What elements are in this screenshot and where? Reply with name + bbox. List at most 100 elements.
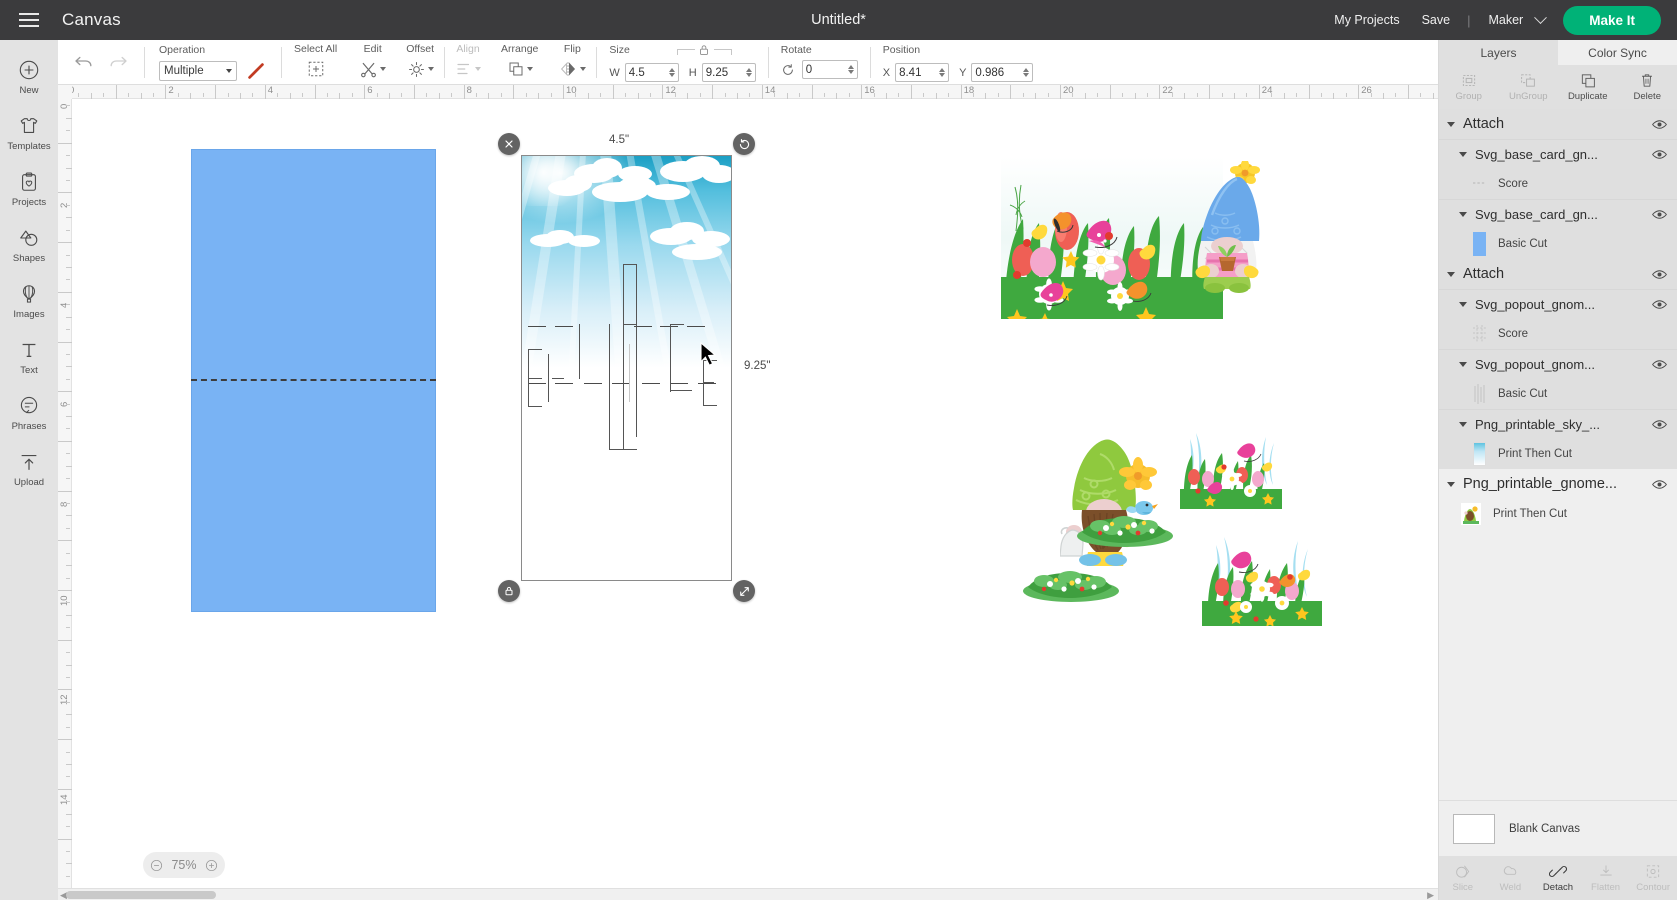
layer-subrow-basic-cut[interactable]: Basic Cut (1439, 379, 1677, 409)
offset-button[interactable]: Offset (406, 40, 434, 80)
size-width-field[interactable]: W (609, 63, 678, 82)
printable-grass-patch-1[interactable] (1076, 514, 1174, 548)
flip-group[interactable]: Flip (548, 40, 596, 85)
operation-color-swatch[interactable] (245, 60, 267, 82)
layer-row-png-printable-sky[interactable]: Png_printable_sky_... (1439, 409, 1677, 439)
offset-group[interactable]: Offset (396, 40, 444, 85)
detach-button[interactable]: Detach (1534, 863, 1582, 893)
duplicate-button[interactable]: Duplicate (1558, 72, 1618, 102)
layer-group-attach-1[interactable]: Attach (1439, 109, 1677, 139)
edit-button[interactable]: Edit (359, 40, 386, 80)
flip-button[interactable]: Flip (558, 40, 586, 80)
edit-group[interactable]: Edit (349, 40, 396, 85)
layer-subrow-score[interactable]: Score (1439, 319, 1677, 349)
layer-row-png-printable-gnome[interactable]: Png_printable_gnome... (1439, 469, 1677, 499)
canvas-color-swatch[interactable] (1453, 814, 1495, 844)
chevron-down-icon[interactable] (1534, 11, 1547, 24)
lock-handle[interactable] (498, 580, 520, 602)
design-canvas[interactable]: 02468101214161820222426 02468101214 (58, 85, 1438, 900)
expand-triangle-icon[interactable] (1447, 272, 1455, 277)
select-all-button[interactable]: Select All (294, 40, 337, 80)
size-lock-toggle[interactable] (697, 43, 711, 62)
zoom-control[interactable]: 75% (143, 852, 225, 878)
expand-triangle-icon[interactable] (1459, 422, 1467, 427)
position-x-field[interactable]: X (883, 63, 949, 82)
visibility-eye-icon[interactable] (1652, 479, 1667, 490)
layer-subrow-print-then-cut-gnome[interactable]: Print Then Cut (1439, 499, 1677, 529)
expand-triangle-icon[interactable] (1447, 122, 1455, 127)
chevron-down-icon[interactable] (428, 67, 434, 71)
printable-flower-strip-1[interactable] (1180, 431, 1282, 509)
arrange-group[interactable]: Arrange (491, 40, 548, 85)
horizontal-scrollbar[interactable]: ◀ ▶ (58, 888, 1438, 900)
tab-layers[interactable]: Layers (1439, 40, 1558, 65)
size-height-field[interactable]: H (689, 63, 756, 82)
size-width-stepper[interactable] (669, 68, 675, 77)
delete-button[interactable]: Delete (1618, 72, 1677, 102)
delete-handle[interactable] (498, 133, 520, 155)
visibility-eye-icon[interactable] (1652, 269, 1667, 280)
printable-flower-strip-2[interactable] (1202, 531, 1322, 626)
visibility-eye-icon[interactable] (1652, 119, 1667, 130)
rail-item-new[interactable]: New (0, 50, 58, 106)
visibility-eye-icon[interactable] (1652, 149, 1667, 160)
operation-select[interactable]: Multiple (159, 61, 237, 81)
layer-subrow-print-then-cut-sky[interactable]: Print Then Cut (1439, 439, 1677, 469)
selected-card-object[interactable]: 4.5" 9.25" (521, 155, 732, 581)
rotate-icon[interactable] (781, 63, 795, 77)
select-all-group[interactable]: Select All (282, 40, 349, 85)
rail-item-text[interactable]: Text (0, 330, 58, 386)
layer-row-svg-base-card-cut[interactable]: Svg_base_card_gn... (1439, 199, 1677, 229)
layer-subrow-basic-cut[interactable]: Basic Cut (1439, 229, 1677, 259)
machine-selector[interactable]: Maker (1476, 13, 1529, 27)
rail-item-projects[interactable]: Projects (0, 162, 58, 218)
layer-subrow-score[interactable]: Score (1439, 169, 1677, 199)
visibility-eye-icon[interactable] (1652, 299, 1667, 310)
chevron-down-icon[interactable] (380, 67, 386, 71)
visibility-eye-icon[interactable] (1652, 359, 1667, 370)
expand-triangle-icon[interactable] (1447, 482, 1455, 487)
layer-row-svg-popout-cut[interactable]: Svg_popout_gnom... (1439, 349, 1677, 379)
horizontal-scroll-thumb[interactable] (66, 891, 216, 899)
zoom-in-button[interactable] (205, 859, 218, 872)
rail-item-upload[interactable]: Upload (0, 442, 58, 498)
redo-icon[interactable] (108, 54, 128, 71)
rotate-handle[interactable] (733, 133, 755, 155)
canvas-background-picker[interactable]: Blank Canvas (1439, 800, 1677, 856)
expand-triangle-icon[interactable] (1459, 362, 1467, 367)
rail-item-shapes[interactable]: Shapes (0, 218, 58, 274)
size-height-input[interactable] (706, 67, 744, 79)
expand-triangle-icon[interactable] (1459, 212, 1467, 217)
rail-item-phrases[interactable]: Phrases (0, 386, 58, 442)
chevron-down-icon[interactable] (527, 67, 533, 71)
scroll-right-arrow[interactable]: ▶ (1427, 890, 1434, 900)
size-height-stepper[interactable] (746, 68, 752, 77)
layer-row-svg-base-card-score[interactable]: Svg_base_card_gn... (1439, 139, 1677, 169)
position-x-input[interactable] (899, 67, 937, 79)
printable-grass-patch-2[interactable] (1022, 569, 1120, 603)
hamburger-icon[interactable] (0, 0, 58, 40)
make-it-button[interactable]: Make It (1563, 6, 1661, 35)
chevron-down-icon[interactable] (580, 67, 586, 71)
position-y-stepper[interactable] (1023, 68, 1029, 77)
undo-icon[interactable] (74, 54, 94, 71)
rail-item-images[interactable]: Images (0, 274, 58, 330)
rotate-stepper[interactable] (848, 65, 854, 74)
layer-row-svg-popout-score[interactable]: Svg_popout_gnom... (1439, 289, 1677, 319)
zoom-out-button[interactable] (150, 859, 163, 872)
position-y-field[interactable]: Y (959, 63, 1033, 82)
expand-triangle-icon[interactable] (1459, 302, 1467, 307)
expand-triangle-icon[interactable] (1459, 152, 1467, 157)
tab-color-sync[interactable]: Color Sync (1558, 40, 1677, 65)
size-width-input[interactable] (629, 67, 667, 79)
rotate-input[interactable] (806, 64, 846, 76)
arrange-button[interactable]: Arrange (501, 40, 538, 80)
my-projects-link[interactable]: My Projects (1323, 13, 1410, 27)
resize-handle[interactable] (733, 580, 755, 602)
position-x-stepper[interactable] (939, 68, 945, 77)
printable-gnome-hat-image[interactable] (1185, 161, 1269, 293)
visibility-eye-icon[interactable] (1652, 419, 1667, 430)
rail-item-templates[interactable]: Templates (0, 106, 58, 162)
save-button[interactable]: Save (1411, 13, 1462, 27)
position-y-input[interactable] (975, 67, 1021, 79)
